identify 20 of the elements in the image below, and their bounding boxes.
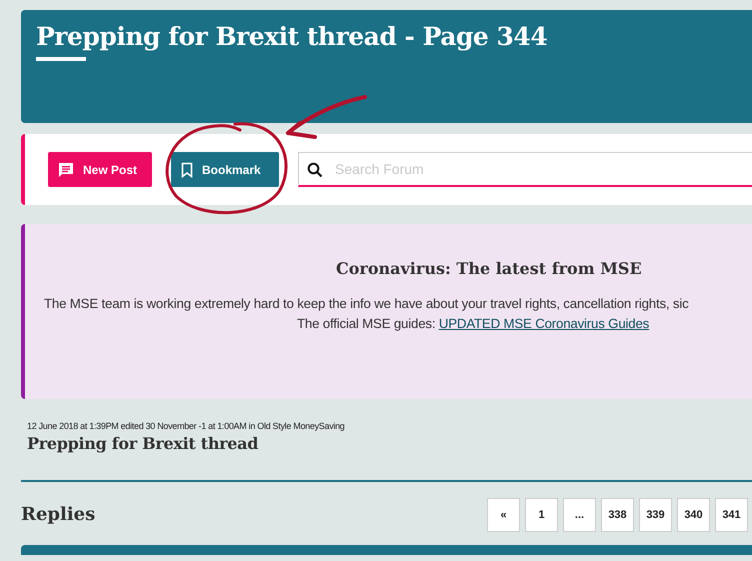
new-post-button[interactable]: New Post <box>48 152 152 187</box>
page-link[interactable]: 339 <box>639 498 672 532</box>
replies-heading: Replies <box>21 504 96 525</box>
guides-label: The official MSE guides: <box>297 316 436 331</box>
page-link[interactable]: ... <box>563 498 596 532</box>
page-link[interactable]: 341 <box>715 498 748 532</box>
thread-meta: 12 June 2018 at 1:39PM edited 30 November -1 at 1:00AM in Old Style MoneySaving <box>27 421 346 431</box>
thread-title: Prepping for Brexit thread <box>27 434 260 453</box>
comment-icon <box>58 162 74 178</box>
guides-link[interactable]: UPDATED MSE Coronavirus Guides <box>438 316 650 331</box>
page-link[interactable]: 338 <box>601 498 634 532</box>
page-link[interactable]: 340 <box>677 498 710 532</box>
bookmark-button[interactable]: Bookmark <box>171 152 279 187</box>
page-link[interactable]: « <box>487 498 520 532</box>
notice-text: The MSE team is working extremely hard to keep the info we have about your travel rights, cancellation rights, sic <box>43 296 690 311</box>
bookmark-icon <box>181 162 193 178</box>
notice-heading: Coronavirus: The latest from MSE <box>335 259 643 278</box>
page-title: Prepping for Brexit thread - Page 344 <box>36 22 548 51</box>
title-underline <box>36 57 86 61</box>
page-link[interactable]: 1 <box>525 498 558 532</box>
